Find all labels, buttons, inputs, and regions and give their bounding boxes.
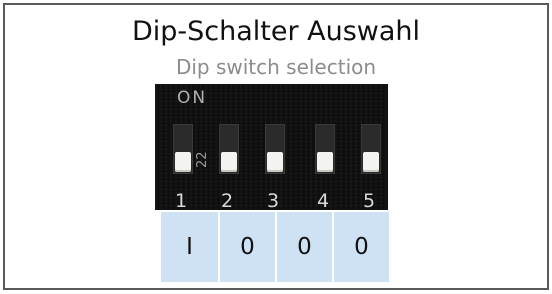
switch-number-1: 1: [174, 190, 188, 210]
state-cell-4: 0: [332, 212, 389, 282]
switch-number-3: 3: [266, 190, 280, 210]
dip-knob-4: [317, 152, 333, 172]
state-cell-3: 0: [275, 212, 332, 282]
dip-knob-2: [221, 152, 237, 172]
dip-switch-image: ON 22 1 2 3 4 5: [155, 84, 388, 210]
dip-switch-5[interactable]: [361, 124, 381, 174]
dip-knob-5: [363, 152, 379, 172]
on-label: ON: [177, 88, 208, 108]
dip-switch-2[interactable]: [219, 124, 239, 174]
panel-subtitle: Dip switch selection: [175, 55, 377, 79]
state-cell-1: I: [161, 212, 218, 282]
dip-knob-3: [267, 152, 283, 172]
dip-switch-4[interactable]: [315, 124, 335, 174]
switch-state-row: I 0 0 0: [161, 212, 389, 282]
dip-knob-1: [175, 152, 191, 172]
switch-number-5: 5: [362, 190, 376, 210]
dip-switch-3[interactable]: [265, 124, 285, 174]
switch-number-4: 4: [316, 190, 330, 210]
dip-side-text: 22: [195, 151, 210, 168]
switch-number-2: 2: [220, 190, 234, 210]
dip-switch-1[interactable]: [173, 124, 193, 174]
state-cell-2: 0: [218, 212, 275, 282]
panel-title: Dip-Schalter Auswahl: [131, 16, 421, 47]
